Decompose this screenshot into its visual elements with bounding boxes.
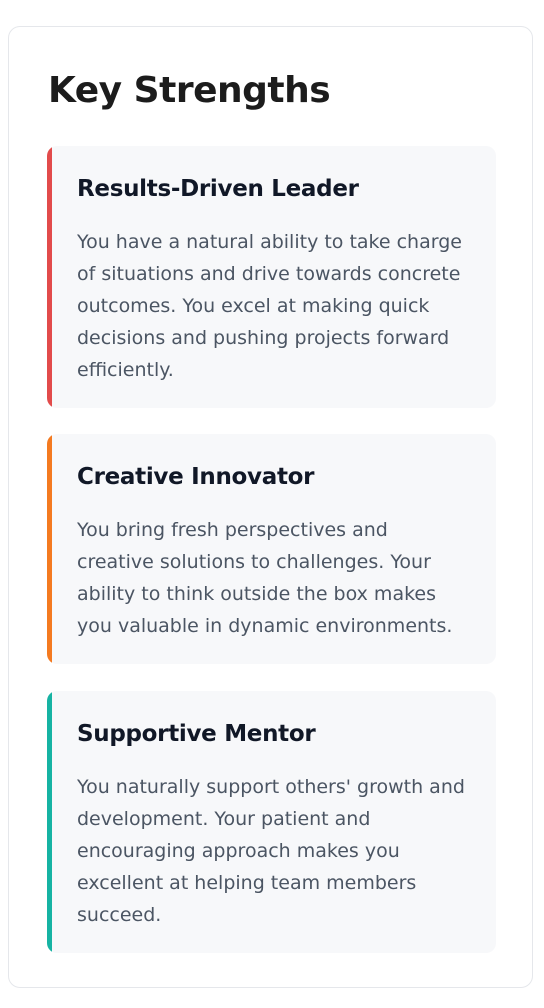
card-title: Supportive Mentor (77, 721, 316, 747)
card-description: You bring fresh perspectives and creativ… (77, 519, 453, 637)
card-description: You have a natural ability to take charg… (77, 231, 462, 381)
card-description: You naturally support others' growth and… (77, 776, 465, 926)
card-accent-bar (47, 434, 52, 664)
section-title: Key Strengths (48, 70, 331, 111)
strength-card-supportive-mentor: Supportive Mentor You naturally support … (47, 691, 496, 953)
card-title: Results-Driven Leader (77, 176, 359, 202)
key-strengths-panel: Key Strengths Results-Driven Leader You … (8, 26, 533, 988)
card-title: Creative Innovator (77, 464, 315, 490)
card-accent-bar (47, 146, 52, 408)
card-accent-bar (47, 691, 52, 953)
strength-card-creative-innovator: Creative Innovator You bring fresh persp… (47, 434, 496, 664)
strength-card-results-driven-leader: Results-Driven Leader You have a natural… (47, 146, 496, 408)
